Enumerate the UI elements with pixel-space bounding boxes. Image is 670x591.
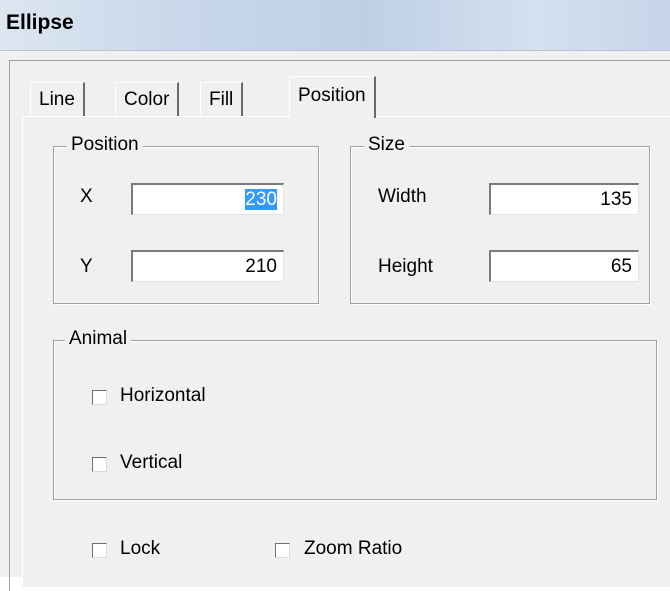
x-input[interactable]: 230 (131, 183, 284, 215)
vertical-checkbox[interactable] (92, 457, 107, 472)
x-value: 230 (245, 189, 277, 210)
lock-checkbox[interactable] (92, 543, 107, 558)
tab-fill[interactable]: Fill (200, 82, 244, 116)
zoom-ratio-label[interactable]: Zoom Ratio (304, 538, 402, 560)
title-bar[interactable]: Ellipse (0, 0, 670, 51)
width-input[interactable]: 135 (489, 183, 639, 215)
horizontal-checkbox[interactable] (92, 390, 107, 405)
position-group-legend: Position (67, 134, 143, 156)
tab-color[interactable]: Color (115, 82, 180, 116)
animal-group-legend: Animal (65, 328, 132, 350)
animal-group: Animal (53, 328, 657, 500)
tab-line[interactable]: Line (30, 82, 85, 116)
horizontal-label[interactable]: Horizontal (120, 385, 206, 407)
window-title: Ellipse (6, 11, 74, 34)
height-label: Height (378, 256, 433, 277)
height-input[interactable]: 65 (489, 250, 639, 282)
width-label: Width (378, 186, 427, 207)
y-input[interactable]: 210 (131, 250, 284, 282)
zoom-ratio-checkbox[interactable] (275, 543, 290, 558)
size-group-legend: Size (364, 134, 409, 156)
tab-position[interactable]: Position (289, 76, 376, 118)
animal-group-frame (53, 340, 657, 500)
vertical-label[interactable]: Vertical (120, 452, 182, 474)
x-label: X (80, 186, 93, 207)
lock-label[interactable]: Lock (120, 538, 160, 560)
y-label: Y (80, 256, 93, 277)
